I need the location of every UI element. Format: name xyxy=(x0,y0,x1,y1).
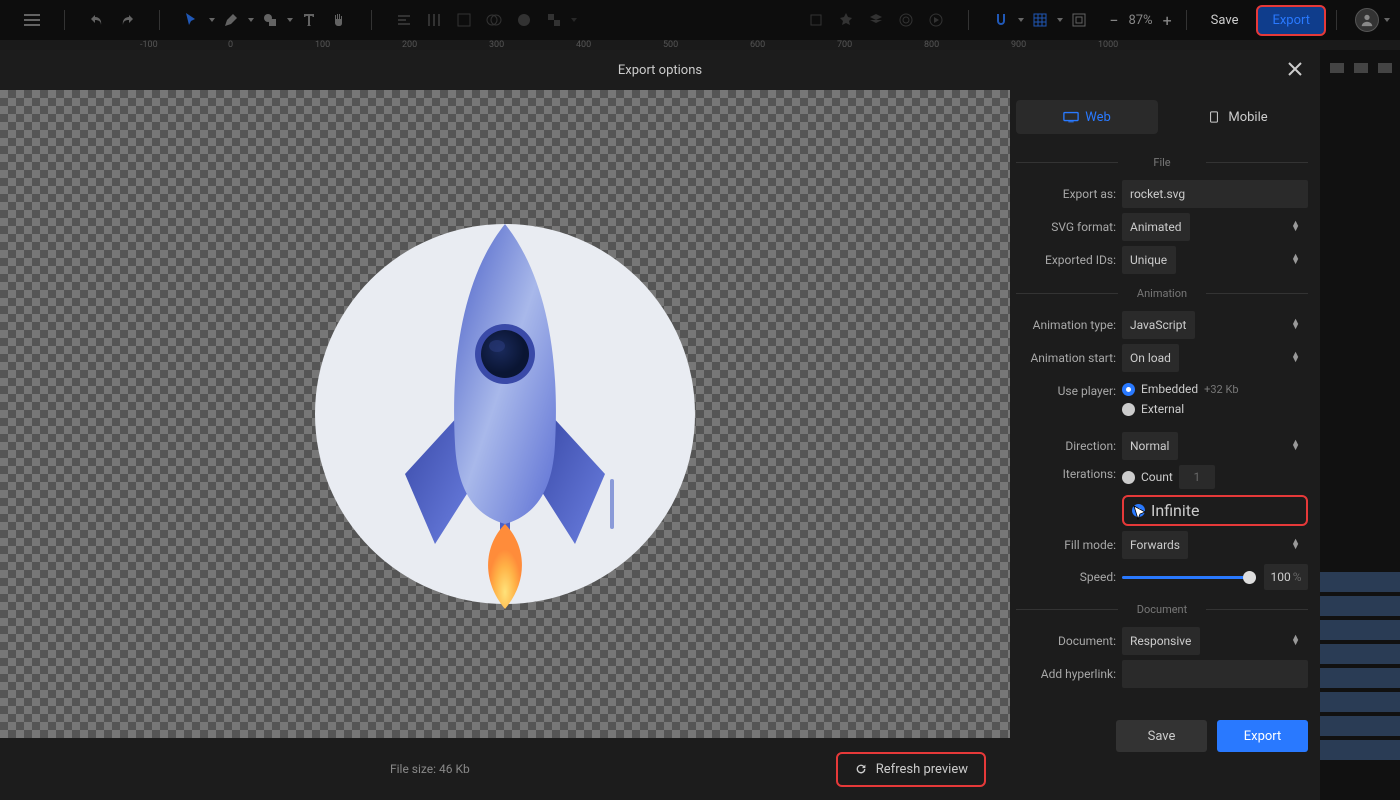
undo-icon[interactable] xyxy=(83,6,111,34)
iterations-infinite-radio[interactable]: Infinite xyxy=(1122,495,1308,526)
tab-mobile[interactable]: Mobile xyxy=(1166,100,1308,134)
refresh-preview-button[interactable]: Refresh preview xyxy=(836,752,986,787)
player-embedded-radio[interactable]: Embedded +32 Kb xyxy=(1122,382,1308,396)
export-modal: Export options xyxy=(0,50,1320,800)
menu-icon[interactable] xyxy=(18,6,46,34)
close-button[interactable] xyxy=(1284,58,1306,80)
svg-format-label: SVG format: xyxy=(1016,220,1116,234)
animation-type-label: Animation type: xyxy=(1016,318,1116,332)
export-sidebar: Web Mobile File Export as: SVG format: A… xyxy=(1010,90,1320,800)
mask-tool-icon[interactable] xyxy=(510,6,538,34)
animation-type-select[interactable]: JavaScript xyxy=(1122,311,1195,339)
svg-format-select[interactable]: Animated xyxy=(1122,213,1190,241)
monitor-icon xyxy=(1063,111,1079,123)
zoom-level: 87% xyxy=(1128,13,1152,28)
exported-ids-label: Exported IDs: xyxy=(1016,253,1116,267)
section-file-label: File xyxy=(1016,148,1308,175)
text-tool-icon[interactable] xyxy=(295,6,323,34)
pointer-tool-icon[interactable] xyxy=(178,6,206,34)
hand-tool-icon[interactable] xyxy=(325,6,353,34)
boolean-tool-icon[interactable] xyxy=(480,6,508,34)
export-as-input[interactable] xyxy=(1122,180,1308,208)
grid-icon[interactable] xyxy=(1026,6,1054,34)
shape-tool-icon[interactable] xyxy=(256,6,284,34)
avatar[interactable] xyxy=(1355,8,1379,32)
right-panel-collapsed xyxy=(1320,50,1400,800)
modal-header: Export options xyxy=(0,50,1320,90)
magnet-icon[interactable] xyxy=(987,6,1015,34)
hyperlink-label: Add hyperlink: xyxy=(1016,667,1116,681)
direction-select[interactable]: Normal xyxy=(1122,432,1178,460)
group-tool-icon[interactable] xyxy=(540,6,568,34)
speed-value: 100% xyxy=(1264,564,1308,590)
distribute-tool-icon[interactable] xyxy=(420,6,448,34)
rocket-illustration xyxy=(315,224,695,604)
hyperlink-input[interactable] xyxy=(1122,660,1308,688)
zoom-in-button[interactable]: + xyxy=(1159,11,1176,30)
radio-dot-icon xyxy=(1122,383,1135,396)
player-external-radio[interactable]: External xyxy=(1122,402,1308,416)
document-select[interactable]: Responsive xyxy=(1122,627,1200,655)
use-player-label: Use player: xyxy=(1016,382,1116,398)
toolbar: − 87% + Save Export xyxy=(0,0,1400,40)
cursor-icon xyxy=(1133,505,1147,521)
export-button[interactable]: Export xyxy=(1256,5,1326,36)
transform-tool-icon[interactable] xyxy=(450,6,478,34)
speed-label: Speed: xyxy=(1016,570,1116,584)
preview-pane: File size: 46 Kb Refresh preview xyxy=(0,90,1010,800)
redo-icon[interactable] xyxy=(113,6,141,34)
iterations-count-radio[interactable]: Count xyxy=(1122,465,1308,489)
document-label: Document: xyxy=(1016,634,1116,648)
layers-icon[interactable] xyxy=(862,6,890,34)
radio-dot-icon xyxy=(1122,471,1135,484)
view-icon[interactable] xyxy=(892,6,920,34)
mobile-icon xyxy=(1206,111,1222,123)
section-document-label: Document xyxy=(1016,595,1308,622)
iterations-label: Iterations: xyxy=(1016,465,1116,481)
modal-title: Export options xyxy=(618,63,702,78)
preview-canvas xyxy=(0,90,1010,738)
pen-tool-icon[interactable] xyxy=(217,6,245,34)
speed-slider[interactable] xyxy=(1122,576,1256,579)
animation-start-select[interactable]: On load xyxy=(1122,344,1179,372)
snap-icon[interactable] xyxy=(832,6,860,34)
artboard-icon[interactable] xyxy=(802,6,830,34)
save-button[interactable]: Save xyxy=(1197,7,1253,34)
sidebar-export-button[interactable]: Export xyxy=(1217,720,1308,752)
fit-icon[interactable] xyxy=(1065,6,1093,34)
file-size-label: File size: 46 Kb xyxy=(24,762,836,776)
fill-mode-label: Fill mode: xyxy=(1016,538,1116,552)
fill-mode-select[interactable]: Forwards xyxy=(1122,531,1188,559)
tab-web[interactable]: Web xyxy=(1016,100,1158,134)
exported-ids-select[interactable]: Unique xyxy=(1122,246,1176,274)
direction-label: Direction: xyxy=(1016,439,1116,453)
align-tool-icon[interactable] xyxy=(390,6,418,34)
preview-icon[interactable] xyxy=(922,6,950,34)
refresh-icon xyxy=(854,762,868,776)
zoom-out-button[interactable]: − xyxy=(1105,11,1122,30)
export-as-label: Export as: xyxy=(1016,187,1116,201)
animation-start-label: Animation start: xyxy=(1016,351,1116,365)
sidebar-save-button[interactable]: Save xyxy=(1116,720,1207,752)
iterations-count-input[interactable] xyxy=(1179,465,1215,489)
radio-dot-icon xyxy=(1122,403,1135,416)
section-animation-label: Animation xyxy=(1016,279,1308,306)
